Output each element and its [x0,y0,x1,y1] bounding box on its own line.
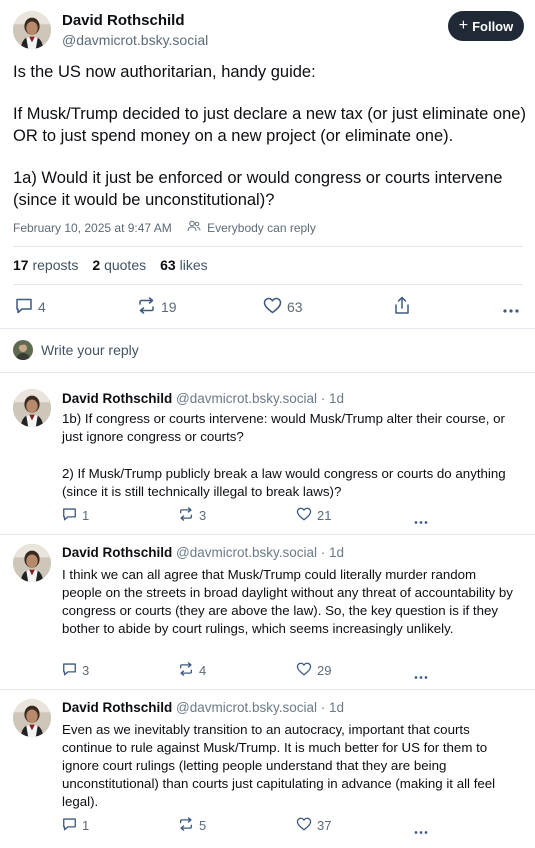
author-name[interactable]: David Rothschild [62,391,172,406]
avatar[interactable] [13,699,51,737]
post-stats: 17 reposts 2 quotes 63 likes [13,257,208,273]
repost-button[interactable]: 19 [137,297,177,317]
repost-icon [178,507,194,524]
repost-count: 19 [161,299,177,315]
reply-paragraph: 2) If Musk/Trump publicly break a law wo… [62,466,506,499]
author-name[interactable]: David Rothschild [62,545,172,560]
more-button[interactable] [413,513,429,528]
like-count: 37 [317,818,332,833]
reply-button[interactable]: 3 [62,662,89,679]
share-icon [393,296,411,318]
post-paragraph: 1a) Would it just be enforced or would c… [13,169,503,209]
reply-paragraph: I think we can all agree that Musk/Trump… [62,567,513,636]
write-reply-input[interactable]: Write your reply [13,340,139,360]
reply-count: 4 [38,299,46,315]
share-button[interactable] [393,296,411,318]
more-button[interactable] [413,823,429,838]
plus-icon: + [458,16,469,34]
like-button[interactable]: 29 [296,662,331,679]
reply-icon [62,817,77,834]
quotes-stat[interactable]: 2 quotes [92,257,146,273]
like-count: 63 [287,299,303,315]
like-button[interactable]: 37 [296,817,331,834]
reply-paragraph: Even as we inevitably transition to an a… [62,722,496,809]
author-handle[interactable]: @davmicrot.bsky.social [62,32,208,48]
repost-count: 3 [199,508,207,523]
repost-count: 5 [199,818,207,833]
avatar[interactable] [13,11,51,49]
reply-icon [62,507,77,524]
like-count: 29 [317,663,332,678]
more-icon [413,513,429,528]
heart-icon [263,297,282,317]
reply-button[interactable]: 1 [62,507,89,524]
post-time[interactable]: · 1d [321,545,344,560]
divider [0,689,535,690]
repost-icon [137,297,156,317]
reply-count: 1 [82,508,90,523]
reply-header: David Rothschild @davmicrot.bsky.social … [62,391,344,406]
write-reply-placeholder: Write your reply [41,342,139,358]
more-icon [413,823,429,838]
post-paragraph: If Musk/Trump decided to just declare a … [13,105,526,145]
more-icon [413,668,429,683]
author-handle[interactable]: @davmicrot.bsky.social [176,391,317,406]
follow-button[interactable]: + Follow [448,11,524,41]
author-handle[interactable]: @davmicrot.bsky.social [176,545,317,560]
post-meta: February 10, 2025 at 9:47 AM Everybody c… [13,220,316,235]
reply-button[interactable]: 1 [62,817,89,834]
post-time[interactable]: · 1d [321,700,344,715]
divider [0,372,535,373]
reply-count: 1 [82,818,90,833]
reply-paragraph: 1b) If congress or courts intervene: wou… [62,411,505,444]
heart-icon [296,817,312,834]
heart-icon [296,662,312,679]
author-name[interactable]: David Rothschild [62,700,172,715]
reply-icon [62,662,77,679]
reply-header: David Rothschild @davmicrot.bsky.social … [62,545,344,560]
divider [13,284,523,285]
reply-header: David Rothschild @davmicrot.bsky.social … [62,700,344,715]
more-button[interactable] [413,668,429,683]
divider [13,246,523,247]
reply-icon [15,297,33,317]
post-time[interactable]: · 1d [321,391,344,406]
people-icon [187,220,201,235]
reply-button[interactable]: 4 [15,297,46,317]
post-timestamp[interactable]: February 10, 2025 at 9:47 AM [13,221,172,235]
like-count: 21 [317,508,332,523]
like-button[interactable]: 63 [263,297,303,317]
more-icon [502,302,520,317]
like-button[interactable]: 21 [296,507,331,524]
divider [0,328,535,329]
divider [0,534,535,535]
likes-stat[interactable]: 63 likes [160,257,207,273]
author-name[interactable]: David Rothschild [62,12,185,29]
follow-label: Follow [472,18,514,34]
avatar[interactable] [13,389,51,427]
reply-count: 3 [82,663,90,678]
repost-button[interactable]: 3 [178,507,206,524]
repost-button[interactable]: 5 [178,817,206,834]
more-button[interactable] [502,302,520,317]
avatar[interactable] [13,544,51,582]
avatar [13,340,33,360]
repost-button[interactable]: 4 [178,662,206,679]
reposts-stat[interactable]: 17 reposts [13,257,78,273]
reply-setting: Everybody can reply [207,220,316,235]
heart-icon [296,507,312,524]
repost-icon [178,662,194,679]
repost-icon [178,817,194,834]
author-handle[interactable]: @davmicrot.bsky.social [176,700,317,715]
repost-count: 4 [199,663,207,678]
post-paragraph: Is the US now authoritarian, handy guide… [13,63,316,81]
